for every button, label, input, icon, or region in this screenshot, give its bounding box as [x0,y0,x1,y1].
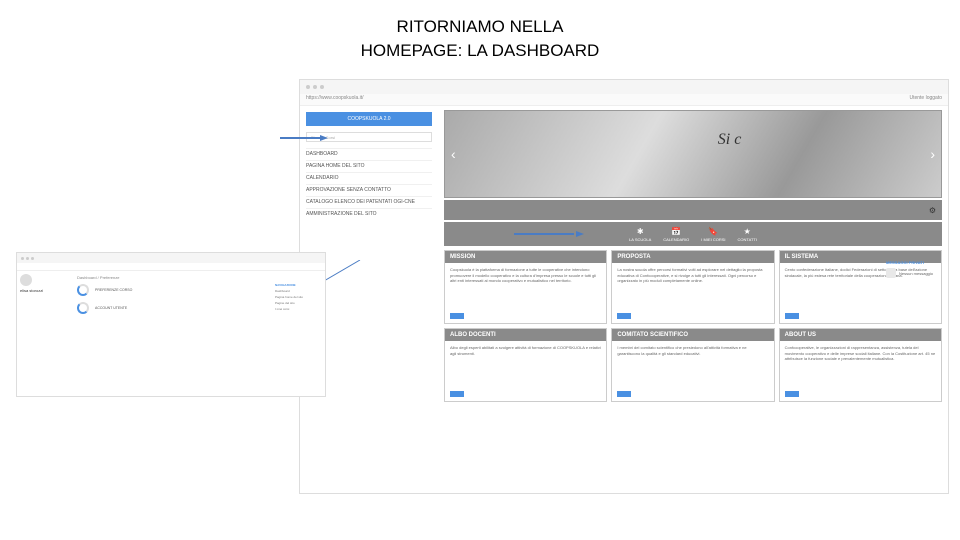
card-proposta: PROPOSTALa nostra scuola offre percorsi … [611,250,774,324]
card-button[interactable] [785,313,799,319]
window-dot [21,257,24,260]
main-content: ‹ › Si c ⚙ ✱LA SCUOLA 📅CALENDARIO 🔖I MIE… [438,106,948,493]
card-button[interactable] [450,313,464,319]
bookmark-icon: 🔖 [708,227,718,236]
browser-chrome-top [17,253,325,263]
window-dot [320,85,324,89]
star-icon: ★ [744,227,751,236]
main-screenshot: https://www.coopskuola.it/ Utente loggat… [299,79,949,494]
menu-item[interactable]: AMMINISTRAZIONE DEL SITO [306,208,432,220]
progress-circle-icon [77,302,89,314]
user-label: Utente loggato [909,95,942,104]
window-dot [306,85,310,89]
card-about: ABOUT USConfcooperative, le organizzazio… [779,328,942,402]
slide-title-line1: RITORNIAMO NELLA [0,15,960,39]
nav-heading: NAVIGAZIONE [275,283,321,287]
menu-item[interactable]: CATALOGO ELENCO DEI PATENTATI OGI-CNE [306,196,432,208]
right-sidebar: MESSAGGI PRIVATI Nessun messaggio [886,260,942,278]
annotation-arrow-dropdown [280,135,328,141]
messages-heading: MESSAGGI PRIVATI [886,260,942,265]
user-avatar[interactable] [20,274,32,286]
nav-link[interactable]: Pagina home del sito [275,295,321,299]
profile-sidebar: elisa storozzi [17,271,73,396]
card-button[interactable] [617,391,631,397]
nav-link[interactable]: I miei corsi [275,307,321,311]
menu-item[interactable]: CALENDARIO [306,172,432,184]
carousel-next-icon[interactable]: › [930,146,935,162]
window-dot [26,257,29,260]
carousel-prev-icon[interactable]: ‹ [451,146,456,162]
hero-script-text: Si c [718,131,742,149]
window-dot [313,85,317,89]
messages-item[interactable]: Nessun messaggio [886,268,942,278]
nav-link[interactable]: Pagine del sito [275,301,321,305]
secondary-screenshot: elisa storozzi Dashboard / Preferenze PR… [16,252,326,397]
user-name: elisa storozzi [20,288,70,293]
card-albo: ALBO DOCENTIAlbo degli esperti abilitati… [444,328,607,402]
site-logo[interactable]: COOPSKUOLA 2.0 [306,112,432,126]
nav-item[interactable]: ✱LA SCUOLA [629,227,651,242]
card-mission: MISSIONCoopskuola è la piattaforma di fo… [444,250,607,324]
nav-link[interactable]: Dashboard [275,289,321,293]
slide-title-line2: HOMEPAGE: LA DASHBOARD [0,39,960,63]
card-grid: MISSIONCoopskuola è la piattaforma di fo… [444,250,942,402]
card-button[interactable] [617,313,631,319]
browser-chrome-top [300,80,948,94]
menu-item[interactable]: DASHBOARD [306,148,432,160]
breadcrumb: Dashboard / Preferenze [77,275,321,280]
card-button[interactable] [450,391,464,397]
nav-item[interactable]: 🔖I MIEI CORSI [701,227,725,242]
avatar-icon [886,268,896,278]
puzzle-icon: ✱ [637,227,644,236]
menu-item[interactable]: APPROVAZIONE SENZA CONTATTO [306,184,432,196]
sidebar-menu: DASHBOARD PAGINA HOME DEL SITO CALENDARI… [306,148,432,220]
card-comitato: COMITATO SCIENTIFICOI membri del comitat… [611,328,774,402]
browser-url-bar[interactable]: https://www.coopskuola.it/ Utente loggat… [300,94,948,106]
progress-circle-icon [77,284,89,296]
menu-item[interactable]: PAGINA HOME DEL SITO [306,160,432,172]
calendar-icon: 📅 [671,227,681,236]
nav-item[interactable]: 📅CALENDARIO [663,227,689,242]
browser-url-bar[interactable] [17,263,325,271]
nav-strip: ✱LA SCUOLA 📅CALENDARIO 🔖I MIEI CORSI ★CO… [444,222,942,246]
slide-title: RITORNIAMO NELLA HOMEPAGE: LA DASHBOARD [0,15,960,63]
window-dot [31,257,34,260]
nav-item[interactable]: ★CONTATTI [738,227,757,242]
card-button[interactable] [785,391,799,397]
nav-block: NAVIGAZIONE Dashboard Pagina home del si… [275,283,321,311]
toolbar-strip: ⚙ [444,200,942,220]
gear-icon[interactable]: ⚙ [929,206,936,215]
annotation-arrow [514,231,584,237]
url-text: https://www.coopskuola.it/ [306,95,364,104]
hero-banner: ‹ › Si c [444,110,942,198]
